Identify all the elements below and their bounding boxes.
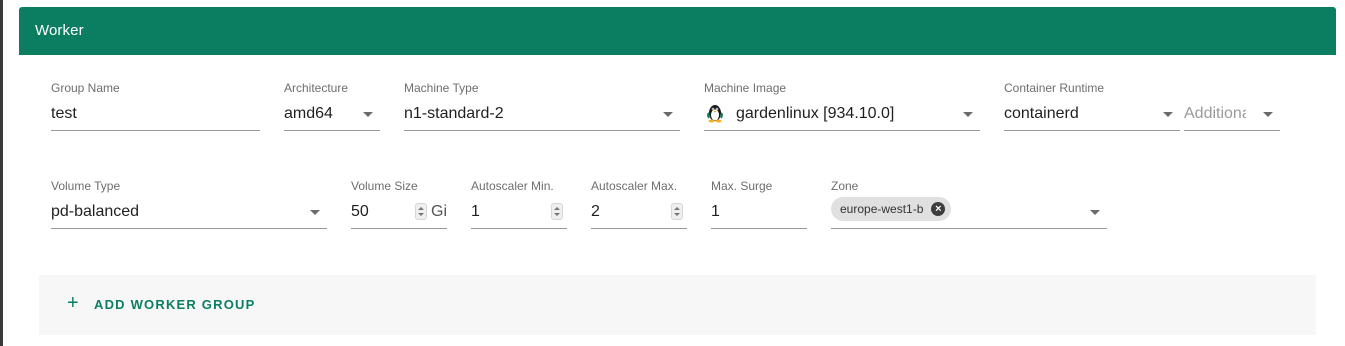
machine-type-value: n1-standard-2 <box>404 105 504 122</box>
zone-select[interactable]: Zone europe-west1-b × <box>831 179 1107 229</box>
zone-chip[interactable]: europe-west1-b × <box>831 197 952 221</box>
machine-image-underline <box>704 130 980 131</box>
zone-chip-label: europe-west1-b <box>840 202 924 216</box>
autoscaler-min-underline <box>471 228 567 229</box>
machine-type-underline <box>404 130 680 131</box>
architecture-label: Architecture <box>284 81 349 95</box>
chevron-down-icon[interactable] <box>310 210 320 215</box>
max-surge-field[interactable]: Max. Surge 1 <box>711 179 807 229</box>
card-title: Worker <box>35 22 84 39</box>
max-surge-input[interactable]: 1 <box>711 203 720 221</box>
machine-image-select[interactable]: Machine Image gardenlinux [934.10.0] <box>704 81 980 131</box>
chevron-down-icon[interactable] <box>963 112 973 117</box>
architecture-underline <box>284 130 380 131</box>
container-runtime-label: Container Runtime <box>1004 81 1105 95</box>
architecture-select[interactable]: Architecture amd64 <box>284 81 380 131</box>
chevron-down-icon[interactable] <box>663 112 673 117</box>
group-name-field[interactable]: Group Name test <box>51 81 260 131</box>
chevron-down-icon[interactable] <box>1263 112 1273 117</box>
plus-icon: + <box>67 292 79 314</box>
autoscaler-min-input[interactable]: 1 <box>471 203 480 221</box>
container-runtime-value: containerd <box>1004 105 1079 122</box>
autoscaler-max-label: Autoscaler Max. <box>591 179 678 193</box>
volume-type-select[interactable]: Volume Type pd-balanced <box>51 179 327 229</box>
close-icon[interactable]: × <box>931 202 946 216</box>
autoscaler-min-label: Autoscaler Min. <box>471 179 554 193</box>
chevron-down-icon[interactable] <box>1090 210 1100 215</box>
chevron-down-icon[interactable] <box>1163 112 1173 117</box>
worker-card: Worker Group Name test Architecture amd6… <box>19 7 1336 346</box>
architecture-value: amd64 <box>284 105 333 122</box>
autoscaler-min-field[interactable]: Autoscaler Min. 1 <box>471 179 567 229</box>
machine-type-select[interactable]: Machine Type n1-standard-2 <box>404 81 680 131</box>
machine-image-value: gardenlinux [934.10.0] <box>736 105 895 122</box>
zone-underline <box>831 228 1107 229</box>
container-runtime-select[interactable]: Container Runtime containerd <box>1004 81 1180 131</box>
max-surge-label: Max. Surge <box>711 179 773 193</box>
chevron-down-icon[interactable] <box>363 112 373 117</box>
volume-type-underline <box>51 228 327 229</box>
volume-size-underline <box>351 228 447 229</box>
volume-type-label: Volume Type <box>51 179 121 193</box>
card-header: Worker <box>19 7 1336 55</box>
additional-select[interactable]: Additiona <box>1184 81 1280 131</box>
autoscaler-max-underline <box>591 228 687 229</box>
volume-size-unit: Gi <box>431 203 447 220</box>
volume-size-input[interactable]: 50 <box>351 203 369 221</box>
group-name-label: Group Name <box>51 81 120 95</box>
zone-label: Zone <box>831 179 859 193</box>
autoscaler-max-field[interactable]: Autoscaler Max. 2 <box>591 179 687 229</box>
group-name-underline <box>51 130 260 131</box>
window-edge <box>0 0 3 346</box>
volume-size-field[interactable]: Volume Size 50 Gi <box>351 179 447 229</box>
container-runtime-underline <box>1004 130 1180 131</box>
autoscaler-min-stepper[interactable] <box>551 203 563 220</box>
volume-type-value: pd-balanced <box>51 203 140 220</box>
add-worker-group-bar: + ADD WORKER GROUP <box>39 275 1316 335</box>
additional-placeholder: Additiona <box>1184 105 1246 122</box>
add-worker-group-label: ADD WORKER GROUP <box>94 297 256 312</box>
autoscaler-max-stepper[interactable] <box>671 203 683 220</box>
tux-penguin-icon <box>707 105 723 123</box>
volume-size-stepper[interactable] <box>415 203 427 220</box>
machine-type-label: Machine Type <box>404 81 479 95</box>
additional-underline <box>1184 130 1280 131</box>
max-surge-underline <box>711 228 807 229</box>
machine-image-label: Machine Image <box>704 81 787 95</box>
autoscaler-max-input[interactable]: 2 <box>591 203 600 221</box>
volume-size-label: Volume Size <box>351 179 418 193</box>
group-name-input[interactable]: test <box>51 105 77 123</box>
